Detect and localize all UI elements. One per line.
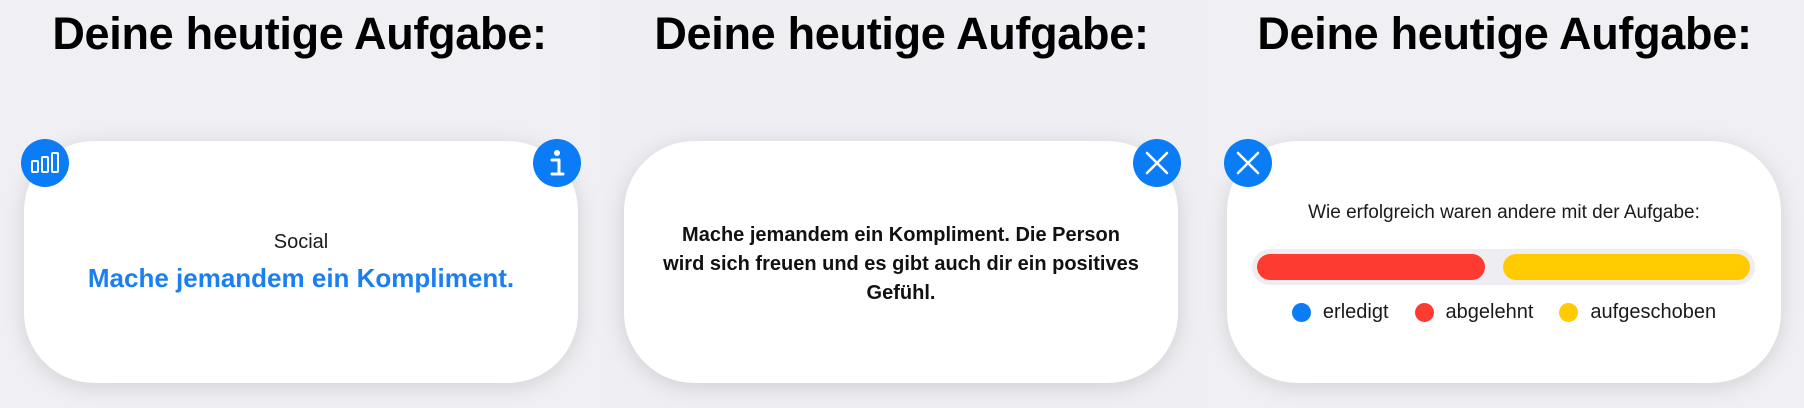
stats-question: Wie erfolgreich waren andere mit der Auf…	[1308, 202, 1700, 223]
legend-label-done: erledigt	[1322, 301, 1389, 323]
close-icon	[1145, 151, 1169, 175]
legend-dot-declined	[1414, 303, 1434, 322]
legend-dot-postponed	[1559, 303, 1579, 322]
page-title: Deine heutige Aufgabe:	[654, 8, 1149, 59]
legend-label-declined: abgelehnt	[1445, 301, 1534, 323]
task-card[interactable]: Social Mache jemandem ein Kompliment.	[21, 139, 581, 383]
task-detail-card: Mache jemandem ein Kompliment. Die Perso…	[624, 139, 1181, 383]
legend-item-done: erledigt	[1291, 301, 1389, 324]
bar-segment-aufgeschoben	[1503, 254, 1750, 280]
info-button[interactable]	[533, 139, 581, 187]
stats-legend: erledigt abgelehnt aufgeschoben	[1227, 301, 1781, 324]
task-category: Social	[273, 231, 329, 253]
page-title: Deine heutige Aufgabe:	[1257, 8, 1752, 59]
legend-dot-done	[1291, 303, 1311, 322]
close-button[interactable]	[1133, 139, 1181, 187]
detail-panel: Deine heutige Aufgabe: Mache jemandem ei…	[601, 0, 1202, 408]
legend-item-declined: abgelehnt	[1414, 301, 1534, 324]
close-icon	[1236, 151, 1260, 175]
overview-panel: Deine heutige Aufgabe: Social Mache jema…	[0, 0, 601, 408]
task-description: Mache jemandem ein Kompliment. Die Perso…	[663, 224, 1139, 304]
close-button[interactable]	[1224, 139, 1272, 187]
task-title: Mache jemandem ein Kompliment.	[87, 263, 515, 293]
bar-segment-abgelehnt	[1257, 254, 1485, 280]
bar-chart-icon	[31, 152, 59, 173]
success-bar	[1252, 249, 1755, 285]
page-title: Deine heutige Aufgabe:	[52, 8, 547, 59]
legend-item-postponed: aufgeschoben	[1559, 301, 1716, 324]
stats-panel: Deine heutige Aufgabe: Wie erfolgreich w…	[1202, 0, 1803, 408]
info-icon	[550, 150, 565, 176]
stats-card: Wie erfolgreich waren andere mit der Auf…	[1224, 139, 1781, 383]
legend-label-postponed: aufgeschoben	[1590, 301, 1717, 323]
stats-button[interactable]	[21, 139, 69, 187]
